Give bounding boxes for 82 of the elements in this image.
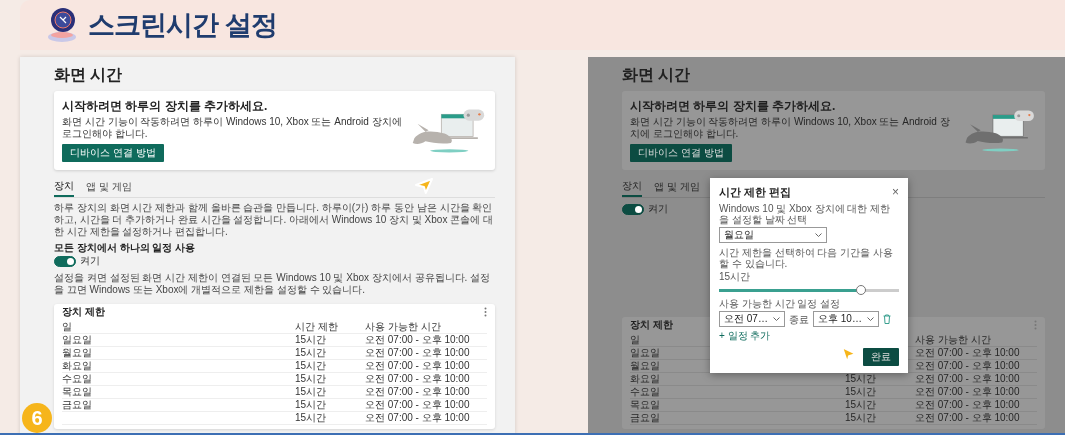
tab[interactable]: 장치 — [622, 176, 642, 197]
table-cell: 오전 07:00 - 오후 10:00 — [365, 373, 470, 385]
chevron-down-icon — [773, 317, 780, 321]
table-cell: 오전 07:00 - 오후 10:00 — [915, 399, 1020, 411]
dropdown[interactable]: 오후 10… — [813, 311, 879, 327]
table-cell: 화요일 — [630, 373, 660, 385]
table-cell: 화요일 — [62, 360, 92, 372]
banner-text: 화면 시간 기능이 작동하려면 하루이 Windows 10, Xbox 또는 Android 장치에 로그인해야 합니다. — [62, 116, 402, 140]
slider-thumb[interactable] — [856, 285, 867, 295]
table-cell: 오전 07:00 - 오후 10:00 — [365, 399, 470, 411]
table-cell: 목요일 — [630, 399, 660, 411]
banner-text: 화면 시간 기능이 작동하려면 하루이 Windows 10, Xbox 또는 Android 장치에 로그인해야 합니다. — [630, 116, 951, 140]
table-cell: 수요일 — [62, 373, 92, 385]
table-cell: 일요일 — [62, 334, 92, 346]
column-header: 사용 가능한 시간 — [365, 320, 441, 333]
table-cell: 15시간 — [845, 373, 877, 385]
add-schedule-link[interactable]: + 일정 추가 — [719, 330, 771, 342]
table-cell: 금요일 — [630, 412, 660, 424]
table-cell: 오전 07:00 - 오후 10:00 — [915, 347, 1020, 359]
toggle-switch[interactable] — [622, 203, 644, 215]
table-title: 장치 제한 — [62, 306, 105, 318]
table-cell: 오전 07:00 - 오후 10:00 — [365, 347, 470, 359]
tab[interactable]: 앱 및 게임 — [86, 176, 132, 197]
column-header: 시간 제한 — [295, 320, 338, 333]
table-cell: 오전 07:00 - 오후 10:00 — [365, 334, 470, 346]
banner-heading: 시작하려면 하루의 장치를 추가하세요. — [62, 99, 269, 114]
table-cell: 금요일 — [62, 399, 92, 411]
toggle-state-text: 켜기 — [648, 203, 668, 215]
field-label: Windows 10 및 Xbox 장치에 대한 제한을 설정할 날짜 선택 — [719, 203, 892, 225]
table-cell: 목요일 — [62, 386, 92, 398]
column-header: 일 — [62, 320, 72, 333]
column-header: 사용 가능한 시간 — [915, 333, 991, 346]
banner-heading: 시작하려면 하루의 장치를 추가하세요. — [630, 99, 837, 114]
page-heading: 스크린시간 설정 — [88, 8, 277, 42]
table-cell: 15시간 — [295, 386, 327, 398]
table-cell: 오전 07:00 - 오후 10:00 — [915, 412, 1020, 424]
table-cell: 오전 07:00 - 오후 10:00 — [915, 373, 1020, 385]
page-title: 화면 시간 — [54, 65, 124, 85]
table-cell: 수요일 — [630, 386, 660, 398]
table-cell: 오전 07:00 - 오후 10:00 — [365, 360, 470, 372]
connect-device-button[interactable]: 디바이스 연결 방법 — [630, 144, 732, 162]
table-cell: 15시간 — [295, 360, 327, 372]
slider-value: 15시간 — [719, 271, 752, 282]
pointer-arrow-icon — [413, 176, 435, 196]
tab[interactable]: 앱 및 게임 — [654, 176, 700, 197]
table-cell: 월요일 — [630, 360, 660, 372]
table-cell: 오전 07:00 - 오후 10:00 — [915, 360, 1020, 372]
trash-icon — [883, 314, 891, 324]
done-button[interactable]: 완료 — [863, 348, 899, 366]
table-cell: 월요일 — [62, 347, 92, 359]
dropdown[interactable]: 월요일 — [719, 227, 827, 243]
table-cell: 15시간 — [295, 373, 327, 385]
setting-note: 설정을 켜면 설정된 화면 시간 제한이 연결된 모든 Windows 10 및 Xbox 장치에서 공유됩니다. 설정을 끄면 Windows 또는 Xbox에 개별적으로 제한을 설정할 수 있습니다. — [54, 272, 492, 296]
field-label: 시간 제한을 선택하여 다음 기간을 사용할 수 있습니다. — [719, 247, 894, 269]
table-cell: 오전 07:00 - 오후 10:00 — [365, 386, 470, 398]
setting-label: 모든 장치에서 하나의 일정 사용 — [54, 242, 197, 254]
more-options-icon — [484, 307, 487, 317]
table-cell: 15시간 — [845, 412, 877, 424]
table-cell: 15시간 — [295, 334, 327, 346]
range-separator: 종료 — [789, 313, 809, 325]
field-label: 사용 가능한 시간 일정 설정 — [719, 298, 842, 309]
connect-device-button[interactable]: 디바이스 연결 방법 — [62, 144, 164, 162]
dialog-title: 시간 제한 편집 — [719, 185, 792, 199]
page-title: 화면 시간 — [622, 65, 692, 85]
close-button[interactable]: × — [892, 186, 899, 198]
table-cell: 오전 07:00 - 오후 10:00 — [915, 386, 1020, 398]
table-cell: 15시간 — [845, 399, 877, 411]
table-cell: 오전 07:00 - 오후 10:00 — [365, 412, 470, 424]
table-cell: 15시간 — [295, 347, 327, 359]
tab[interactable]: 장치 — [54, 176, 74, 197]
dropdown[interactable]: 오전 07… — [719, 311, 785, 327]
toggle-switch[interactable] — [54, 255, 76, 267]
table-cell: 15시간 — [845, 386, 877, 398]
column-header: 일 — [630, 333, 640, 346]
table-cell: 15시간 — [295, 399, 327, 411]
description-text: 하루 장치의 화면 시간 제한과 함께 올바른 습관을 만듭니다. 하루이(가) 하루 동안 남은 시간을 확인하고, 시간을 더 추가하거나 완료 시간을 설정합니다. 아래에서 Windows 10 장치 및 Xbox 콘솔에 대한 시간 제한을 설정하거나 편집합니다. — [54, 202, 494, 238]
table-cell: 15시간 — [295, 412, 327, 424]
toggle-state-text: 켜기 — [80, 255, 100, 267]
chevron-down-icon — [815, 233, 822, 237]
table-title: 장치 제한 — [630, 319, 673, 331]
table-cell: 일요일 — [630, 347, 660, 359]
chevron-down-icon — [867, 317, 874, 321]
